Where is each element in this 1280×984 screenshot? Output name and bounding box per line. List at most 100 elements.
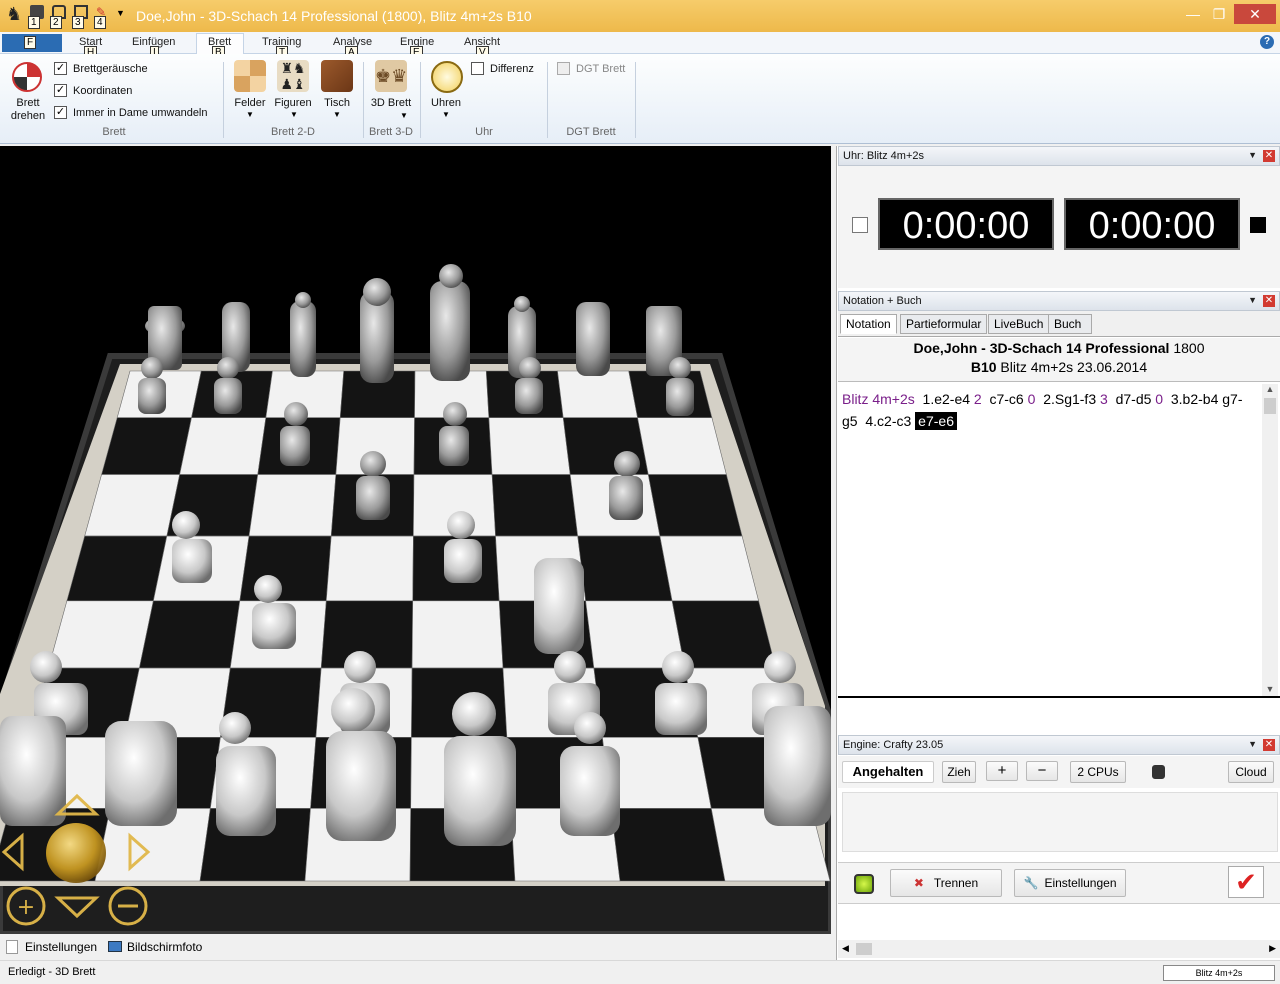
bildschirmfoto-link[interactable]: Bildschirmfoto (127, 940, 202, 954)
move-4w[interactable]: 4.c2-c3 (865, 413, 911, 429)
3d-brett-dropdown-icon[interactable]: ▼ (400, 111, 408, 120)
quick-access-dropdown-icon[interactable]: ▼ (116, 8, 125, 18)
scroll-thumb-h[interactable] (856, 943, 872, 955)
keytip-qa4: 4 (94, 16, 106, 29)
figuren-dropdown-icon[interactable]: ▼ (290, 110, 298, 119)
notation-panel-close-icon[interactable]: ✕ (1263, 295, 1275, 307)
board-square[interactable] (557, 370, 638, 418)
uhren-button[interactable]: Uhren (426, 97, 466, 110)
move-time: 3 (1100, 391, 1108, 407)
3d-board-icon[interactable]: ♚♛ (375, 60, 407, 92)
engine-hscrollbar[interactable]: ◀ ▶ (838, 940, 1280, 958)
tisch-dropdown-icon[interactable]: ▼ (333, 110, 341, 119)
trennen-label: Trennen (933, 876, 979, 890)
scroll-left-icon[interactable]: ◀ (842, 943, 849, 954)
einstellungen-label: Einstellungen (1044, 876, 1117, 890)
tab-partieformular[interactable]: Partieformular (900, 314, 988, 334)
scroll-down-icon[interactable]: ▼ (1262, 684, 1278, 694)
cpus-button[interactable]: 2 CPUs (1070, 761, 1126, 783)
brett-drehen-button[interactable]: Brett drehen (6, 97, 50, 123)
clock-panel-menu-icon[interactable]: ▼ (1248, 150, 1257, 160)
engine-panel-menu-icon[interactable]: ▼ (1248, 739, 1257, 749)
trennen-button[interactable]: ✖ Trennen (890, 869, 1002, 897)
move-2w[interactable]: 2.Sg1-f3 (1043, 391, 1096, 407)
dgt-brett-checkbox[interactable] (557, 62, 570, 75)
current-move[interactable]: e7-e6 (915, 412, 957, 430)
board-square[interactable] (647, 474, 743, 537)
wrench-icon: 🔧 (1023, 876, 1039, 890)
board-square[interactable] (48, 600, 154, 669)
felder-button[interactable]: Felder (230, 97, 270, 110)
screenshot-icon[interactable] (108, 941, 122, 952)
scroll-right-icon[interactable]: ▶ (1269, 943, 1276, 954)
clock-icon[interactable] (431, 61, 463, 93)
board-square[interactable] (101, 417, 192, 475)
scroll-up-icon[interactable]: ▲ (1262, 384, 1278, 394)
cloud-button[interactable]: Cloud (1228, 761, 1274, 783)
board-square[interactable] (637, 417, 727, 475)
uhren-dropdown-icon[interactable]: ▼ (442, 110, 450, 119)
event-label[interactable]: Blitz 4m+2s (842, 391, 915, 407)
brettgeraeusche-checkbox[interactable]: ✓ (54, 62, 67, 75)
board-square[interactable] (577, 535, 673, 602)
board-square[interactable] (84, 474, 181, 537)
window-title: Doe,John - 3D-Schach 14 Professional (18… (136, 8, 532, 24)
notation-scrollbar[interactable]: ▲ ▼ (1262, 384, 1278, 696)
add-line-button[interactable]: + (986, 761, 1018, 781)
board-square[interactable] (411, 600, 504, 669)
board-square[interactable] (248, 474, 337, 537)
engine-status-button[interactable]: Angehalten (842, 761, 934, 783)
move-1w[interactable]: 1.e2-e4 (923, 391, 970, 407)
board-square[interactable] (66, 535, 168, 602)
dame-umwandeln-checkbox[interactable]: ✓ (54, 106, 67, 119)
move-1b[interactable]: c7-c6 (989, 391, 1023, 407)
confirm-check-icon[interactable]: ✔ (1228, 866, 1264, 898)
tisch-icon[interactable] (321, 60, 353, 92)
scroll-thumb[interactable] (1264, 398, 1276, 414)
clock-panel-close-icon[interactable]: ✕ (1263, 150, 1275, 162)
help-icon[interactable]: ? (1260, 35, 1274, 49)
3d-chess-board[interactable]: + (0, 146, 831, 934)
differenz-checkbox[interactable] (471, 62, 484, 75)
rotate-board-icon[interactable] (12, 62, 42, 92)
minimize-button[interactable]: — (1180, 4, 1206, 24)
felder-icon[interactable] (234, 60, 266, 92)
board-square[interactable] (488, 417, 571, 475)
engine-panel-close-icon[interactable]: ✕ (1263, 739, 1275, 751)
3d-board-render[interactable]: + (0, 146, 831, 934)
board-square[interactable] (138, 600, 241, 669)
board-square[interactable] (325, 535, 414, 602)
lock-icon[interactable] (1152, 765, 1165, 779)
zieh-button[interactable]: Zieh (942, 761, 976, 783)
board-square[interactable] (179, 417, 267, 475)
notation-panel-menu-icon[interactable]: ▼ (1248, 295, 1257, 305)
figuren-button[interactable]: Figuren (270, 97, 316, 110)
app-logo-icon[interactable]: ♞ (6, 4, 22, 24)
felder-dropdown-icon[interactable]: ▼ (246, 110, 254, 119)
3d-brett-button[interactable]: 3D Brett (370, 97, 412, 110)
tisch-button[interactable]: Tisch (318, 97, 356, 110)
einstellungen-link[interactable]: Einstellungen (25, 940, 97, 954)
board-square[interactable] (659, 535, 759, 602)
tab-notation[interactable]: Notation (840, 314, 897, 334)
tab-buch[interactable]: Buch (1048, 314, 1092, 334)
board-square[interactable] (610, 808, 726, 882)
board-square[interactable] (491, 474, 579, 537)
koordinaten-label: Koordinaten (73, 85, 133, 97)
maximize-button[interactable]: ❐ (1206, 4, 1232, 24)
move-3w[interactable]: 3.b2-b4 (1171, 391, 1218, 407)
clock-panel-header: Uhr: Blitz 4m+2s ▼ ✕ (838, 146, 1280, 166)
group-label-2d: Brett 2-D (270, 126, 315, 138)
tab-livebuch[interactable]: LiveBuch (988, 314, 1050, 334)
koordinaten-checkbox[interactable]: ✓ (54, 84, 67, 97)
close-button[interactable]: ✕ (1234, 4, 1276, 24)
group-label-dgt: DGT Brett (566, 126, 616, 138)
einstellungen-button[interactable]: 🔧 Einstellungen (1014, 869, 1126, 897)
board-square[interactable] (239, 535, 332, 602)
settings-icon[interactable] (6, 940, 18, 954)
game-header: Doe,John - 3D-Schach 14 Professional 180… (838, 338, 1280, 382)
figuren-icon[interactable]: ♜♞ ♟♝ (277, 60, 309, 92)
differenz-label: Differenz (490, 63, 534, 75)
remove-line-button[interactable]: − (1026, 761, 1058, 781)
move-2b[interactable]: d7-d5 (1116, 391, 1152, 407)
